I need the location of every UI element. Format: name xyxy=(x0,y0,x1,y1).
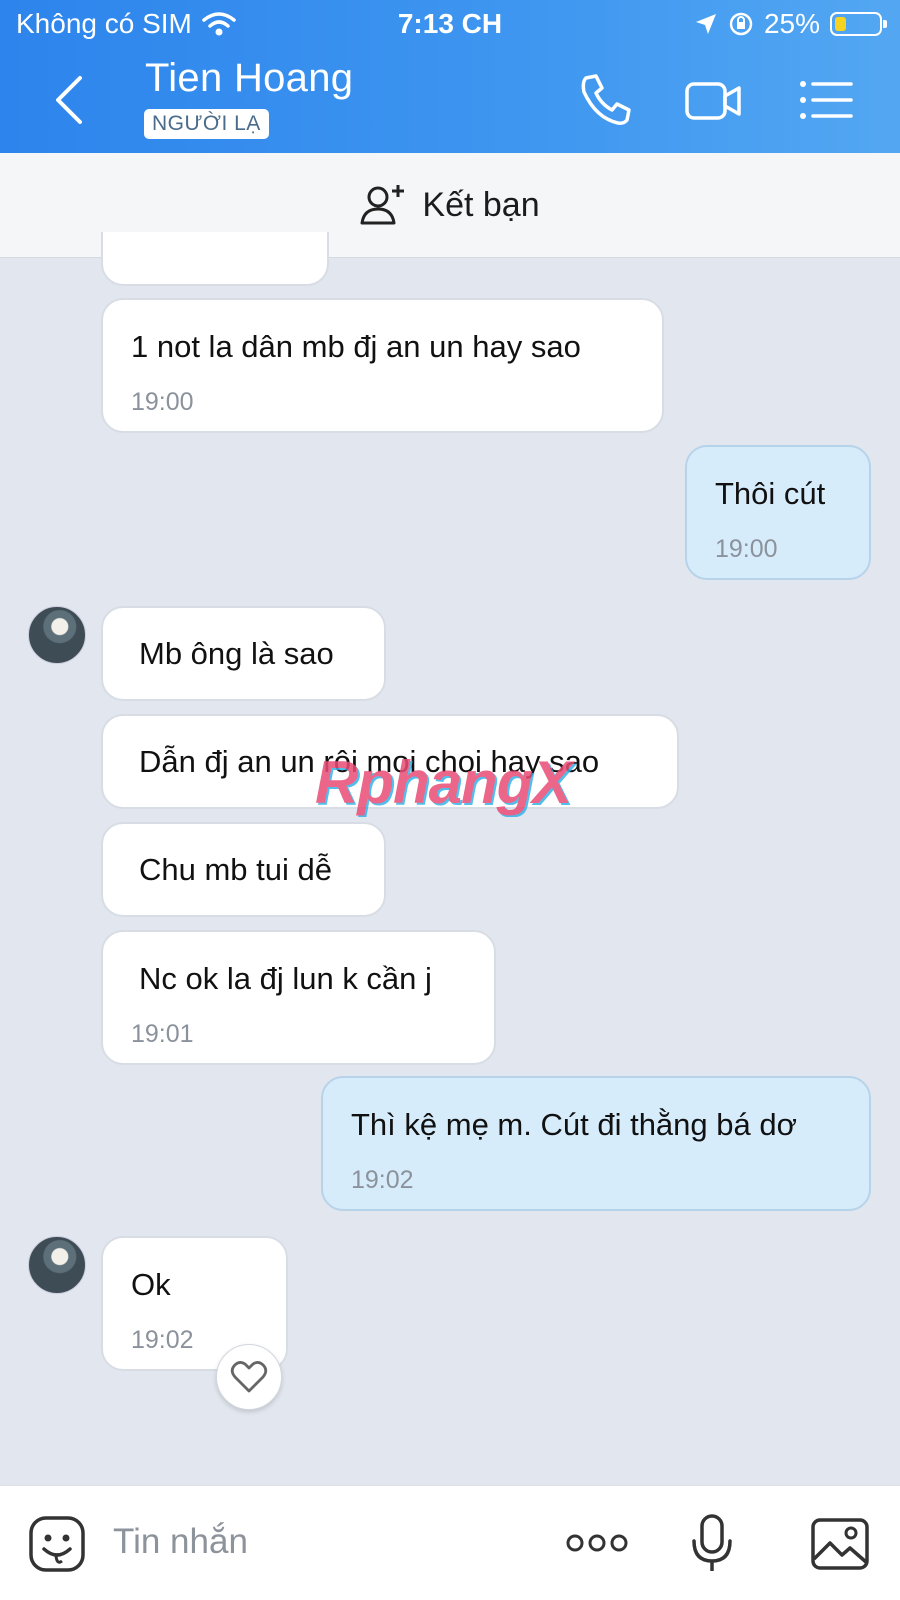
contact-name[interactable]: Tien Hoang xyxy=(145,56,353,101)
message-text: Mb ông là sao xyxy=(139,636,334,671)
add-person-icon xyxy=(360,185,405,225)
message-bubble-partial xyxy=(101,232,329,286)
menu-icon[interactable] xyxy=(797,70,857,130)
battery-icon xyxy=(830,12,887,36)
message-time: 19:00 xyxy=(715,535,778,563)
message-time: 19:02 xyxy=(351,1166,414,1194)
message-input[interactable]: Tin nhắn xyxy=(113,1522,248,1562)
message-bubble[interactable]: Chu mb tui dễ xyxy=(101,822,386,917)
message-bubble-sent[interactable]: Thôi cút 19:00 xyxy=(685,445,871,580)
chat-header: Không có SIM 7:13 CH 25% Tien Hoang NGƯỜ… xyxy=(0,0,900,153)
contact-avatar[interactable] xyxy=(28,606,86,664)
more-icon[interactable] xyxy=(565,1531,629,1555)
contact-avatar[interactable] xyxy=(28,1236,86,1294)
message-text: Chu mb tui dễ xyxy=(139,852,332,887)
location-arrow-icon xyxy=(695,14,716,34)
microphone-icon[interactable] xyxy=(690,1513,734,1575)
message-bubble[interactable]: Mb ông là sao xyxy=(101,606,386,701)
video-icon[interactable] xyxy=(683,70,743,130)
message-text: Nc ok la đj lun k cần j xyxy=(139,961,432,996)
message-time: 19:00 xyxy=(131,388,194,416)
message-text: 1 not la dân mb đj an un hay sao xyxy=(131,329,581,364)
status-bar: Không có SIM 7:13 CH 25% xyxy=(0,0,900,50)
message-text: Ok xyxy=(131,1267,171,1302)
react-heart-button[interactable] xyxy=(216,1344,282,1410)
add-friend-label: Kết bạn xyxy=(422,185,540,224)
sticker-icon[interactable] xyxy=(28,1515,86,1573)
message-text: Thì kệ mẹ m. Cút đi thằng bá dơ xyxy=(351,1107,797,1142)
phone-icon[interactable] xyxy=(576,70,636,130)
message-text: Thôi cút xyxy=(715,476,826,511)
message-time: 19:01 xyxy=(131,1020,194,1048)
watermark-logo: RphangX xyxy=(315,749,572,816)
image-icon[interactable] xyxy=(810,1517,870,1571)
message-time: 19:02 xyxy=(131,1326,194,1354)
heart-icon xyxy=(230,1361,268,1393)
message-bubble[interactable]: 1 not la dân mb đj an un hay sao 19:00 xyxy=(101,298,664,433)
message-bubble-sent[interactable]: Thì kệ mẹ m. Cút đi thằng bá dơ 19:02 xyxy=(321,1076,871,1211)
back-icon[interactable] xyxy=(48,72,94,128)
stranger-badge: NGƯỜI LẠ xyxy=(144,109,269,139)
battery-percent: 25% xyxy=(763,8,820,39)
rotation-lock-icon xyxy=(729,12,753,36)
message-input-bar: Tin nhắn xyxy=(0,1485,900,1600)
message-bubble[interactable]: Nc ok la đj lun k cần j 19:01 xyxy=(101,930,496,1065)
